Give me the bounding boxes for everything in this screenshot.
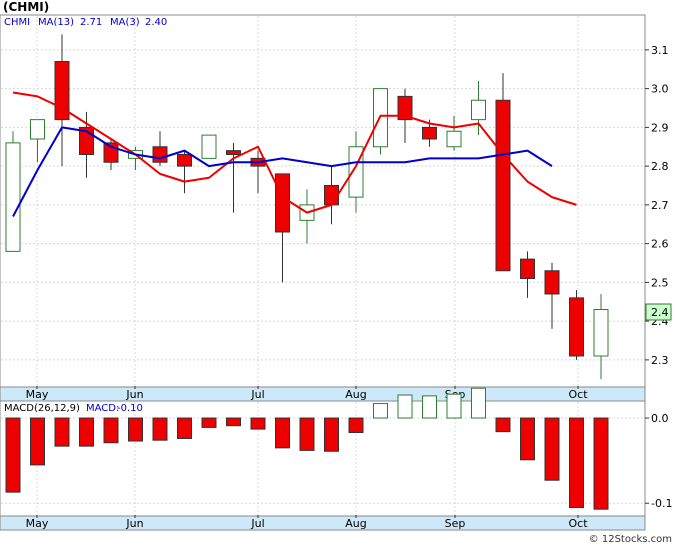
macd-ytick-label: 0.0 bbox=[651, 412, 669, 425]
ticker-title: (CHMI) bbox=[3, 0, 49, 14]
candle bbox=[201, 134, 217, 159]
price-xaxis-strip bbox=[0, 386, 646, 402]
candle-body-down bbox=[495, 99, 511, 272]
price-panel bbox=[0, 14, 646, 388]
macd-bar-negative bbox=[103, 417, 119, 444]
macd-bar-negative bbox=[544, 417, 560, 481]
macd-xtick-label: Oct bbox=[568, 517, 588, 530]
price-ytick-label: 2.5 bbox=[651, 276, 669, 289]
candle-body-up bbox=[471, 99, 486, 121]
macd-xaxis-strip bbox=[0, 515, 646, 531]
candle bbox=[569, 290, 584, 360]
macd-bar-positive bbox=[397, 394, 413, 419]
price-xtick-label: Jul bbox=[250, 388, 264, 401]
legend-symbol: CHMI bbox=[4, 17, 30, 28]
candle bbox=[495, 73, 511, 272]
candle-body-up bbox=[201, 134, 217, 159]
candle-body-down bbox=[177, 154, 192, 167]
macd-bar-negative bbox=[495, 417, 511, 433]
macd-xtick-label: Jul bbox=[250, 517, 264, 530]
macd-xtick-label: Jun bbox=[125, 517, 143, 530]
macd-bar-negative bbox=[128, 417, 143, 442]
macd-ytick-label: -0.1 bbox=[651, 497, 672, 510]
macd-bar-negative bbox=[226, 417, 241, 427]
macd-bar-negative bbox=[201, 417, 217, 428]
macd-bar-negative bbox=[5, 417, 21, 493]
candle bbox=[5, 131, 21, 252]
candle-body-up bbox=[30, 119, 45, 140]
macd-bar-negative bbox=[250, 417, 266, 430]
macd-bar-negative bbox=[593, 417, 609, 510]
macd-bar-negative bbox=[348, 417, 364, 434]
macd-xtick-label: Sep bbox=[445, 517, 466, 530]
macd-bar-negative bbox=[30, 417, 45, 466]
macd-bar-negative bbox=[275, 417, 290, 449]
legend-ma3-label: MA(3) bbox=[110, 17, 140, 28]
macd-xtick-label: Aug bbox=[345, 517, 366, 530]
price-ytick-label: 2.3 bbox=[651, 354, 669, 367]
price-ytick-label: 2.6 bbox=[651, 238, 669, 251]
candle-body-up bbox=[446, 130, 462, 148]
macd-value: -0.10 bbox=[117, 403, 143, 414]
candle-body-down bbox=[324, 185, 339, 206]
legend-ma13-value: 2.71 bbox=[80, 17, 102, 28]
legend-ma13-label: MA(13) bbox=[38, 17, 74, 28]
macd-bar-negative bbox=[54, 417, 70, 447]
stock-chart: MayJunJulAugSepOct MayJunJulAugSepOct 2.… bbox=[0, 0, 680, 546]
legend-ma3-value: 2.40 bbox=[145, 17, 167, 28]
chart-canvas: MayJunJulAugSepOct MayJunJulAugSepOct 2.… bbox=[0, 0, 672, 545]
macd-bar-positive bbox=[446, 393, 462, 419]
candle-body-down bbox=[520, 258, 535, 279]
candle-body-down bbox=[422, 126, 437, 140]
candle bbox=[373, 88, 388, 155]
macd-bar-negative bbox=[520, 417, 535, 461]
macd-yaxis-labels: 0.0 -0.1 bbox=[645, 412, 672, 510]
candle-body-down bbox=[226, 150, 241, 155]
price-xtick-label: Oct bbox=[568, 388, 588, 401]
price-xtick-label: Aug bbox=[345, 388, 366, 401]
macd-params-label: MACD(26,12,9) bbox=[4, 403, 80, 414]
candle-body-down bbox=[152, 146, 168, 163]
macd-bar-negative bbox=[152, 417, 168, 441]
candle-body-down bbox=[569, 297, 584, 357]
price-xtick-label: Jun bbox=[125, 388, 143, 401]
price-ytick-label: 2.8 bbox=[651, 160, 669, 173]
macd-bar-positive bbox=[373, 403, 388, 419]
macd-bar-positive bbox=[422, 395, 437, 419]
macd-bar-negative bbox=[569, 417, 584, 508]
price-ytick-label: 2.7 bbox=[651, 199, 669, 212]
macd-bar-positive bbox=[471, 387, 486, 419]
macd-value-label: MACD: bbox=[86, 403, 119, 414]
macd-bar-negative bbox=[299, 417, 315, 451]
price-ytick-label: 2.9 bbox=[651, 121, 669, 134]
price-ytick-label: 3.0 bbox=[651, 83, 669, 96]
watermark: © 12Stocks.com bbox=[589, 534, 672, 545]
macd-xtick-label: May bbox=[26, 517, 49, 530]
candle-body-up bbox=[5, 142, 21, 252]
macd-bar-negative bbox=[324, 417, 339, 452]
candle-body-up bbox=[593, 309, 609, 357]
candle-body-down bbox=[275, 173, 290, 233]
macd-bar-negative bbox=[177, 417, 192, 439]
candle-body-down bbox=[544, 270, 560, 295]
macd-bar-negative bbox=[79, 417, 94, 447]
current-price-label: 2.4 bbox=[651, 306, 669, 319]
price-ytick-label: 3.1 bbox=[651, 44, 669, 57]
price-xtick-label: May bbox=[26, 388, 49, 401]
